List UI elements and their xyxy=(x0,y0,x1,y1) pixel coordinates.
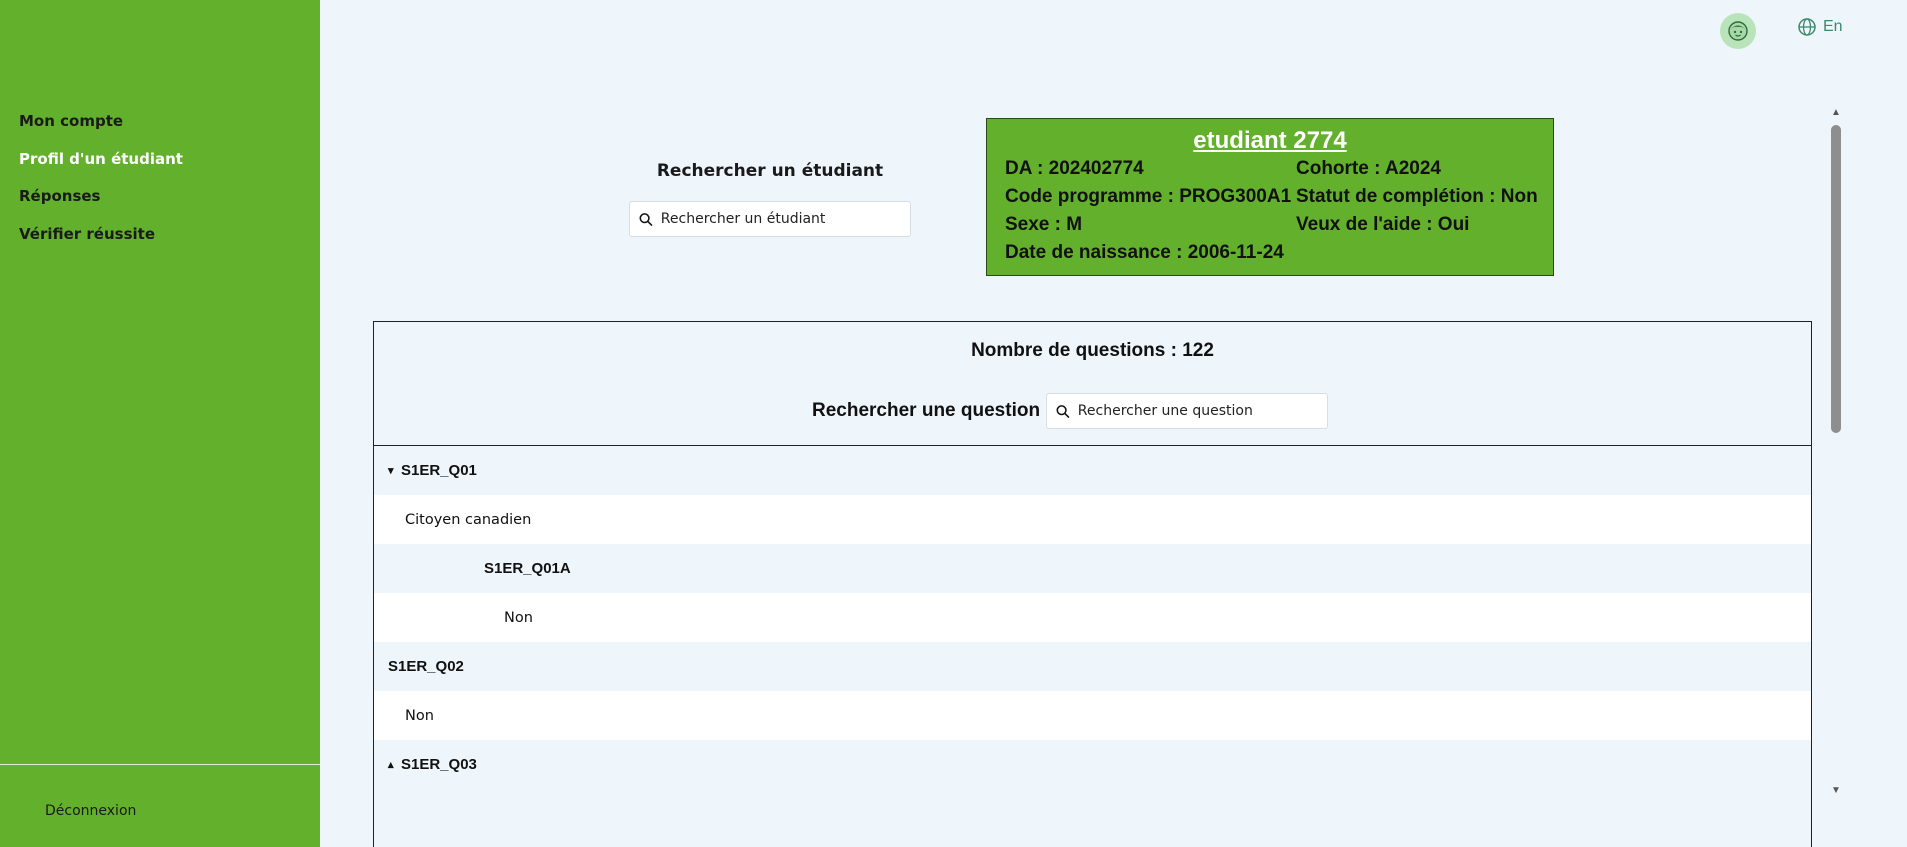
student-search-title: Rechercher un étudiant xyxy=(656,161,884,181)
sidebar-item-verifier-reussite[interactable]: Vérifier réussite xyxy=(19,224,183,262)
question-search-input[interactable] xyxy=(1077,403,1327,419)
question-code: S1ER_Q02 xyxy=(388,658,464,675)
answer-row: Citoyen canadien xyxy=(374,495,1811,544)
question-row[interactable]: S1ER_Q02 xyxy=(374,642,1811,691)
language-label: En xyxy=(1823,18,1843,35)
sidebar: Mon compte Profil d'un étudiant Réponses… xyxy=(0,0,320,847)
sidebar-nav: Mon compte Profil d'un étudiant Réponses… xyxy=(19,111,183,261)
sidebar-item-reponses[interactable]: Réponses xyxy=(19,186,183,224)
question-code: S1ER_Q01 xyxy=(401,462,477,479)
answer-text: Non xyxy=(504,609,533,626)
question-search-label: Rechercher une question xyxy=(812,400,1041,421)
question-count: Nombre de questions : 122 xyxy=(971,340,1214,361)
questions-panel: Nombre de questions : 122 Rechercher une… xyxy=(373,321,1812,847)
answer-text: Non xyxy=(405,707,434,724)
sidebar-divider xyxy=(0,764,320,765)
answer-row: Non xyxy=(374,593,1811,642)
chevron-up-icon[interactable]: ▴ xyxy=(388,758,401,771)
scrollbar[interactable]: ▲ ▼ xyxy=(1828,105,1844,797)
search-icon xyxy=(1056,404,1070,418)
language-switcher[interactable]: En xyxy=(1797,17,1843,37)
globe-icon xyxy=(1798,18,1816,36)
search-icon xyxy=(639,212,653,226)
chevron-down-icon[interactable]: ▾ xyxy=(388,464,401,477)
answer-row: Non xyxy=(374,691,1811,740)
scrollbar-thumb[interactable] xyxy=(1831,125,1841,433)
question-row[interactable]: S1ER_Q01A xyxy=(374,544,1811,593)
scroll-down-arrow-icon[interactable]: ▼ xyxy=(1828,783,1844,797)
question-search-box[interactable] xyxy=(1046,393,1328,429)
sidebar-item-profil-etudiant[interactable]: Profil d'un étudiant xyxy=(19,149,183,187)
question-row[interactable]: ▾ S1ER_Q01 xyxy=(374,446,1811,495)
student-statut: Statut de complétion : Non xyxy=(1296,186,1538,207)
student-avatar-icon[interactable] xyxy=(1720,13,1756,49)
student-aide: Veux de l'aide : Oui xyxy=(1296,214,1470,235)
logout-button[interactable]: Déconnexion xyxy=(45,803,136,819)
student-naissance: Date de naissance : 2006-11-24 xyxy=(1005,242,1284,263)
question-code: S1ER_Q01A xyxy=(484,560,571,577)
question-code: S1ER_Q03 xyxy=(401,756,477,773)
face-icon xyxy=(1728,21,1748,41)
question-list: ▾ S1ER_Q01 Citoyen canadien S1ER_Q01A No… xyxy=(374,446,1811,789)
student-name: etudiant 2774 xyxy=(1193,127,1347,154)
scroll-up-arrow-icon[interactable]: ▲ xyxy=(1828,105,1844,119)
student-search-box[interactable] xyxy=(629,201,911,237)
student-programme: Code programme : PROG300A1 xyxy=(1005,186,1292,207)
sidebar-item-mon-compte[interactable]: Mon compte xyxy=(19,111,183,149)
answer-text: Citoyen canadien xyxy=(405,511,532,528)
student-sexe: Sexe : M xyxy=(1005,214,1083,235)
student-cohorte: Cohorte : A2024 xyxy=(1296,158,1441,179)
student-info-card: etudiant 2774 DA : 202402774 Cohorte : A… xyxy=(986,118,1554,276)
student-da: DA : 202402774 xyxy=(1005,158,1144,179)
question-row[interactable]: ▴ S1ER_Q03 xyxy=(374,740,1811,789)
student-search-input[interactable] xyxy=(660,211,910,227)
